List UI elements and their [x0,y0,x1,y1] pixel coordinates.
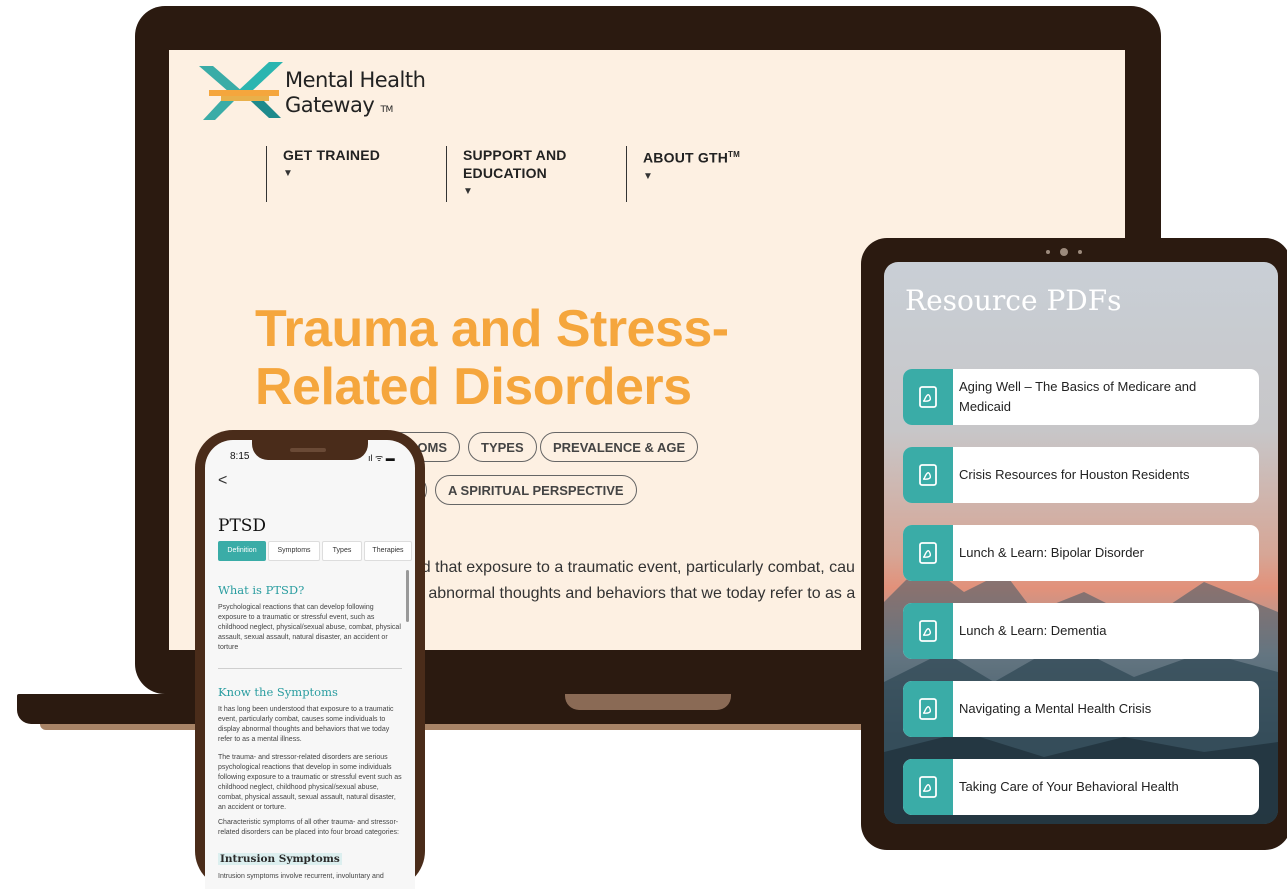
nav-about-gth[interactable]: ABOUT GTHTM ▼ [626,146,813,202]
intrusion-heading: Intrusion Symptoms [218,853,342,865]
gateway-logo-icon [199,62,283,120]
phone-page-title: PTSD [218,516,267,536]
section-text: The trauma- and stressor-related disorde… [218,754,402,811]
resource-pdf-item[interactable]: Navigating a Mental Health Crisis [903,681,1259,737]
section-text: Psychological reactions that can develop… [218,604,401,651]
nav-get-trained[interactable]: GET TRAINED ▼ [266,146,453,202]
pdf-icon [903,447,953,503]
section-heading: What is PTSD? [218,583,305,597]
pdf-icon [903,525,953,581]
back-icon[interactable]: < [218,472,227,490]
body-text-line: ood that exposure to a traumatic event, … [404,559,855,576]
pdf-icon [903,681,953,737]
status-time: 8:15 [230,451,250,462]
pill-types[interactable]: TYPES [468,432,537,462]
resource-pdf-item[interactable]: Lunch & Learn: Bipolar Disorder [903,525,1259,581]
page-title: Trauma and Stress- Related Disorders [255,300,729,416]
body-text-line: ay abnormal thoughts and behaviors that … [407,585,856,602]
section-text: Characteristic symptoms of all other tra… [218,819,399,836]
pdf-icon [903,759,953,815]
section-text: Intrusion symptoms involve recurrent, in… [218,873,384,880]
laptop-trackpad-notch [565,694,731,710]
resource-pdf-item[interactable]: Taking Care of Your Behavioral Health [903,759,1259,815]
pdf-icon [903,369,953,425]
scrollbar[interactable] [406,570,409,622]
resource-pdf-item[interactable]: Aging Well – The Basics of Medicare and … [903,369,1259,425]
status-icons: ıl ᯤ ▬ [368,453,395,463]
caret-down-icon: ▼ [643,170,653,182]
resource-pdf-item[interactable]: Lunch & Learn: Dementia [903,603,1259,659]
caret-down-icon: ▼ [283,168,293,179]
tab-symptoms[interactable]: Symptoms [268,541,320,561]
divider [218,668,402,669]
logo-wordmark[interactable]: Mental Health Gateway TM [285,68,426,123]
pdf-icon [903,603,953,659]
camera-dots-icon [1046,248,1082,256]
section-heading: Know the Symptoms [218,685,338,699]
resource-pdf-item[interactable]: Crisis Resources for Houston Residents [903,447,1259,503]
pill-prevalence-age[interactable]: PREVALENCE & AGE [540,432,699,462]
section-text: It has long been understood that exposur… [218,706,394,743]
tab-therapies[interactable]: Therapies [364,541,412,561]
tablet-title: Resource PDFs [905,284,1122,317]
phone-speaker [290,448,326,452]
nav-support-and-education[interactable]: SUPPORT AND EDUCATION ▼ [446,146,613,202]
tab-definition[interactable]: Definition [218,541,266,561]
laptop-base-shadow [40,724,995,730]
tab-types[interactable]: Types [322,541,362,561]
pill-spiritual-perspective[interactable]: A SPIRITUAL PERSPECTIVE [435,475,637,505]
caret-down-icon: ▼ [463,186,473,197]
